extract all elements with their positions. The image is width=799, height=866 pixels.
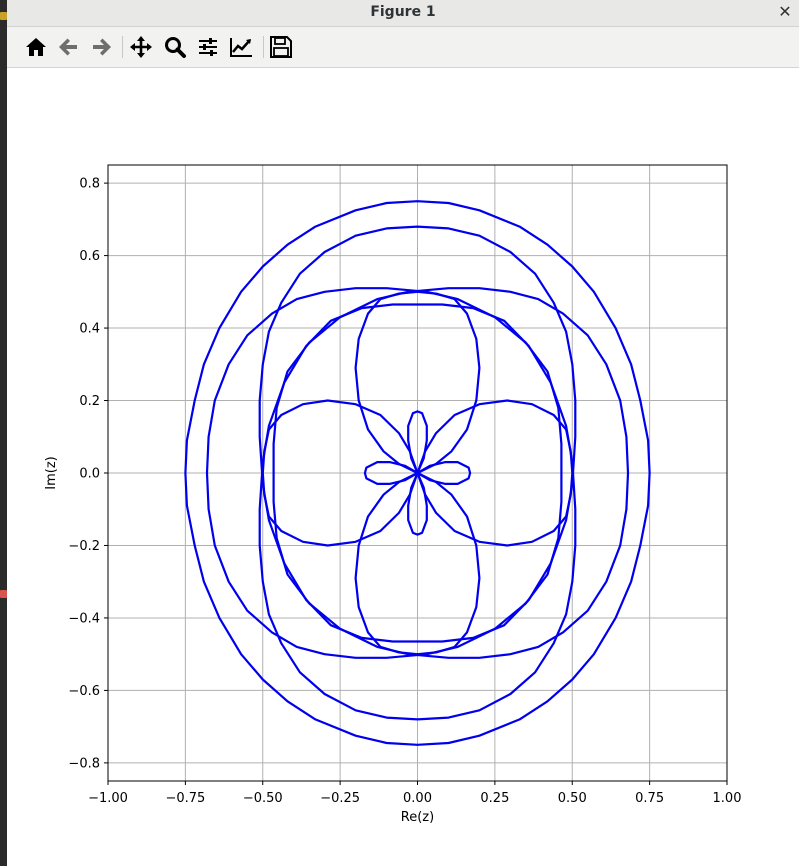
y-tick-label: −0.4 <box>68 611 100 626</box>
x-tick-label: 0.50 <box>558 791 587 806</box>
save-button[interactable] <box>267 33 295 61</box>
sliders-icon <box>199 38 217 56</box>
x-tick-label: −1.00 <box>88 791 128 806</box>
toolbar-separator <box>122 36 123 58</box>
forward-button[interactable] <box>87 33 115 61</box>
window-title: Figure 1 <box>370 4 436 20</box>
window-titlebar: Figure 1 ✕ <box>7 0 799 27</box>
toolbar-separator <box>263 36 264 58</box>
strip-marker-icon <box>0 590 7 598</box>
ticks: −1.00 −0.75 −0.50 −0.25 0.00 0.25 0.50 0.75 1.00… <box>68 177 741 806</box>
x-tick-label: 0.00 <box>403 791 432 806</box>
home-icon <box>26 38 46 56</box>
y-tick-label: 0.8 <box>79 177 100 192</box>
figure-canvas: −1.00 −0.75 −0.50 −0.25 0.00 0.25 0.50 0.75 1.00… <box>7 68 799 866</box>
y-tick-label: −0.2 <box>68 539 100 554</box>
move-icon <box>130 36 152 58</box>
back-button[interactable] <box>55 33 83 61</box>
arrow-right-icon <box>93 38 111 56</box>
navigation-toolbar <box>7 27 799 68</box>
y-tick-label: 0.0 <box>79 467 100 482</box>
x-tick-label: −0.75 <box>165 791 205 806</box>
x-tick-label: 0.75 <box>635 791 664 806</box>
y-tick-label: 0.4 <box>79 322 100 337</box>
y-axis-label: Im(z) <box>44 456 59 489</box>
arrow-left-icon <box>59 38 77 56</box>
home-button[interactable] <box>22 33 50 61</box>
background-window-strip <box>0 0 7 866</box>
y-tick-label: 0.2 <box>79 394 100 409</box>
strip-marker-icon <box>0 12 7 20</box>
x-tick-label: −0.25 <box>320 791 360 806</box>
zoom-button[interactable] <box>161 33 189 61</box>
y-tick-label: 0.6 <box>79 249 100 264</box>
configure-subplots-button[interactable] <box>194 33 222 61</box>
edit-axis-button[interactable] <box>227 33 255 61</box>
y-tick-label: −0.8 <box>68 756 100 771</box>
pan-button[interactable] <box>127 33 155 61</box>
x-axis-label: Re(z) <box>401 810 434 825</box>
close-button[interactable]: ✕ <box>775 2 795 22</box>
floppy-disk-icon <box>270 36 292 58</box>
x-tick-label: 1.00 <box>713 791 742 806</box>
magnifier-icon <box>165 37 186 58</box>
y-tick-label: −0.6 <box>68 684 100 699</box>
x-tick-label: −0.50 <box>243 791 283 806</box>
x-tick-label: 0.25 <box>480 791 509 806</box>
line-chart-icon <box>230 38 252 57</box>
plot-area: −1.00 −0.75 −0.50 −0.25 0.00 0.25 0.50 0.75 1.00… <box>44 164 741 825</box>
